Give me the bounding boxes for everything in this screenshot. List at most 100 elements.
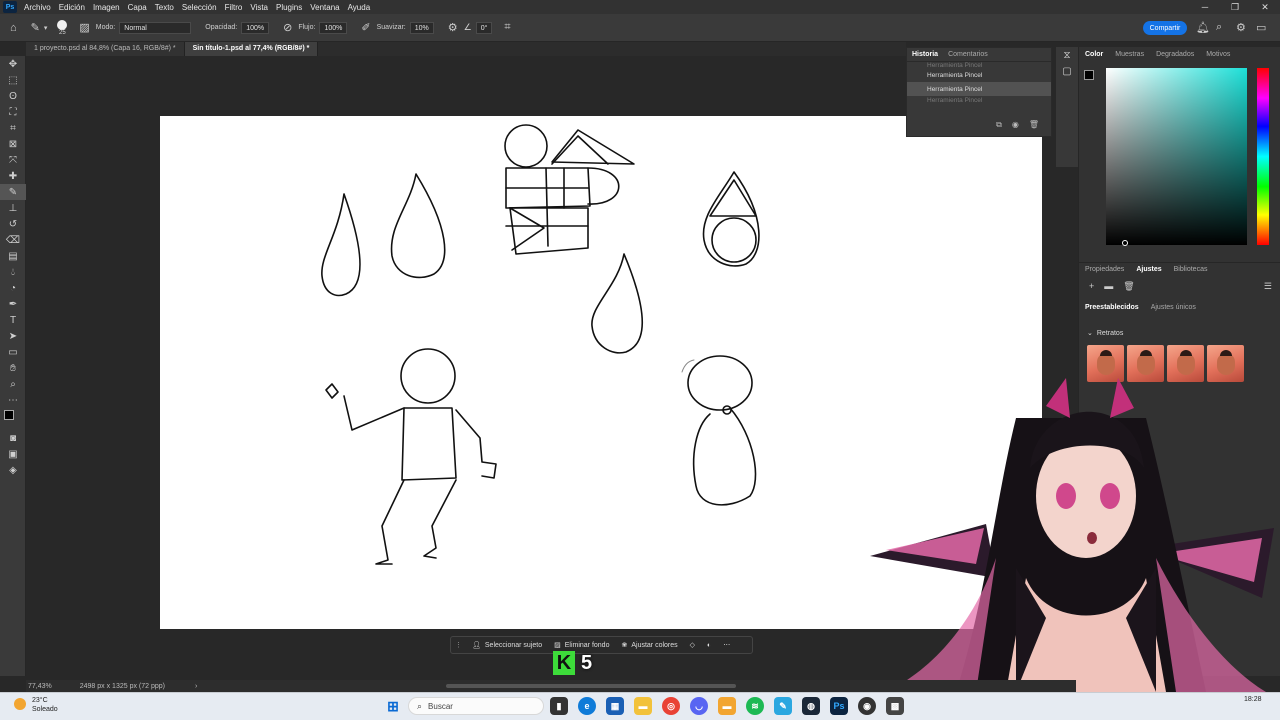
- drag-handle-icon[interactable]: ⋮: [451, 641, 466, 649]
- dodge-tool-icon[interactable]: ◔: [0, 280, 26, 296]
- close-icon[interactable]: ✕: [1250, 0, 1280, 14]
- steam-icon[interactable]: ◍: [802, 697, 820, 715]
- menu-imagen[interactable]: Imagen: [89, 3, 124, 12]
- bell-icon[interactable]: 🔔︎: [1196, 21, 1210, 34]
- brush-tool-icon[interactable]: ✎: [31, 21, 40, 34]
- mode-select[interactable]: Normal: [119, 21, 192, 34]
- menu-edicion[interactable]: Edición: [55, 3, 89, 12]
- screen-mode-icon[interactable]: ▣: [0, 446, 26, 462]
- foreground-color-swatch[interactable]: [4, 410, 14, 420]
- eyedropper-tool-icon[interactable]: ⤧: [0, 152, 26, 168]
- tab-degradados[interactable]: Degradados: [1150, 51, 1200, 58]
- search-icon[interactable]: ⌕: [1216, 21, 1222, 34]
- pen-app-icon[interactable]: ✎: [774, 697, 792, 715]
- workspace-icon[interactable]: ▭: [1256, 21, 1266, 34]
- menu-ayuda[interactable]: Ayuda: [344, 3, 375, 12]
- lasso-tool-icon[interactable]: ʘ: [0, 88, 26, 104]
- remove-tool-icon[interactable]: ◈: [0, 462, 26, 478]
- edge-icon[interactable]: e: [578, 697, 596, 715]
- tab-ajustes-unicos[interactable]: Ajustes únicos: [1145, 304, 1202, 311]
- trash-icon[interactable]: 🗑︎: [1029, 120, 1039, 130]
- tab-comentarios[interactable]: Comentarios: [943, 51, 993, 58]
- crop-tool-icon[interactable]: ⌗: [0, 120, 26, 136]
- object-select-tool-icon[interactable]: ⛶: [0, 104, 26, 120]
- tab-muestras[interactable]: Muestras: [1109, 51, 1150, 58]
- chrome-icon[interactable]: ◎: [662, 697, 680, 715]
- opacity-input[interactable]: 100%: [241, 21, 270, 34]
- add-icon[interactable]: +: [1089, 281, 1094, 292]
- menu-seleccion[interactable]: Selección: [178, 3, 221, 12]
- trash-icon[interactable]: 🗑︎: [1123, 281, 1134, 292]
- menu-capa[interactable]: Capa: [124, 3, 151, 12]
- menu-ventana[interactable]: Ventana: [306, 3, 343, 12]
- tab-motivos[interactable]: Motivos: [1200, 51, 1236, 58]
- move-tool-icon[interactable]: ✥: [0, 56, 26, 72]
- history-brush-icon[interactable]: ↺: [0, 216, 26, 232]
- menu-filtro[interactable]: Filtro: [221, 3, 247, 12]
- tab-sin-titulo[interactable]: Sin título-1.psd al 77,4% (RGB/8#) *: [184, 42, 319, 56]
- photoshop-taskbar-icon[interactable]: Ps: [830, 697, 848, 715]
- preset-thumbnail[interactable]: [1087, 345, 1124, 382]
- gear-icon[interactable]: ⚙: [448, 21, 458, 34]
- tab-color[interactable]: Color: [1079, 51, 1109, 58]
- pen-tool-icon[interactable]: ✒: [0, 296, 26, 312]
- new-document-from-state-icon[interactable]: ⧉: [996, 120, 1002, 130]
- maximize-icon[interactable]: ❐: [1220, 0, 1250, 14]
- app-icon[interactable]: ▩: [886, 697, 904, 715]
- tab-ajustes[interactable]: Ajustes: [1130, 266, 1167, 273]
- horizontal-scrollbar[interactable]: [446, 684, 736, 688]
- stamp-tool-icon[interactable]: ⊥: [0, 200, 26, 216]
- taskbar-clock[interactable]: 18:28: [1244, 696, 1262, 703]
- share-button[interactable]: Compartir: [1143, 21, 1187, 35]
- menu-texto[interactable]: Texto: [151, 3, 178, 12]
- windows-start-icon[interactable]: ⊞: [384, 697, 402, 715]
- section-retratos[interactable]: ⌄ Retratos: [1087, 329, 1123, 338]
- brush-tool-icon[interactable]: ✎: [0, 184, 26, 200]
- more-tools-icon[interactable]: ⋯: [0, 392, 26, 408]
- tab-historia[interactable]: Historia: [907, 51, 943, 58]
- zoom-tool-icon[interactable]: ⌕: [0, 376, 26, 392]
- chevron-down-icon[interactable]: ▾: [44, 24, 48, 32]
- smooth-input[interactable]: 10%: [409, 21, 434, 34]
- shape-tool-icon[interactable]: ▭: [0, 344, 26, 360]
- select-subject-button[interactable]: 👤︎ Seleccionar sujeto: [466, 641, 548, 650]
- contrast-icon[interactable]: ◐: [701, 642, 717, 649]
- menu-archivo[interactable]: Archivo: [20, 3, 55, 12]
- adjust-colors-button[interactable]: ❀ Ajustar colores: [615, 641, 683, 650]
- color-picker-field[interactable]: [1106, 68, 1247, 245]
- history-panel-icon[interactable]: ⧖: [1056, 47, 1078, 63]
- obs-icon[interactable]: ◉: [858, 697, 876, 715]
- color-picker-handle[interactable]: [1122, 240, 1128, 246]
- file-explorer-icon[interactable]: ▬: [634, 697, 652, 715]
- weather-widget[interactable]: 23°C Soleado: [14, 695, 94, 717]
- preset-thumbnail[interactable]: [1207, 345, 1244, 382]
- gradient-tool-icon[interactable]: ▤: [0, 248, 26, 264]
- angle-input[interactable]: 0°: [475, 21, 493, 34]
- zoom-level[interactable]: 77,43%: [28, 683, 52, 690]
- hand-tool-icon[interactable]: ✋︎: [0, 360, 26, 376]
- marquee-tool-icon[interactable]: ⬚: [0, 72, 26, 88]
- menu-vista[interactable]: Vista: [246, 3, 272, 12]
- tab-preestablecidos[interactable]: Preestablecidos: [1079, 304, 1145, 311]
- symmetry-icon[interactable]: ⌗: [504, 21, 510, 34]
- blur-tool-icon[interactable]: 💧︎: [0, 264, 26, 280]
- taskbar-search-box[interactable]: ⌕ Buscar: [408, 697, 544, 715]
- snapshot-icon[interactable]: ◉: [1012, 120, 1019, 130]
- eraser-tool-icon[interactable]: ⌫: [0, 232, 26, 248]
- color-swatches[interactable]: [0, 408, 26, 430]
- remove-background-button[interactable]: ▨ Eliminar fondo: [548, 641, 615, 650]
- tab-bibliotecas[interactable]: Bibliotecas: [1168, 266, 1214, 273]
- preset-thumbnail[interactable]: [1167, 345, 1204, 382]
- tab-proyecto[interactable]: 1 proyecto.psd al 84,8% (Capa 16, RGB/8#…: [26, 42, 185, 56]
- flow-input[interactable]: 100%: [319, 21, 348, 34]
- task-view-icon[interactable]: ▮: [550, 697, 568, 715]
- chevron-right-icon[interactable]: ›: [195, 683, 197, 690]
- path-select-icon[interactable]: ➤: [0, 328, 26, 344]
- pressure-opacity-icon[interactable]: ⊘: [283, 21, 292, 34]
- minimize-icon[interactable]: ─: [1190, 0, 1220, 14]
- history-item[interactable]: Herramienta Pincel: [907, 68, 1051, 82]
- comments-panel-icon[interactable]: ▢: [1056, 63, 1078, 79]
- folder-icon[interactable]: ▬: [1104, 281, 1113, 292]
- discord-icon[interactable]: ◡: [690, 697, 708, 715]
- airbrush-icon[interactable]: ✐: [361, 21, 370, 34]
